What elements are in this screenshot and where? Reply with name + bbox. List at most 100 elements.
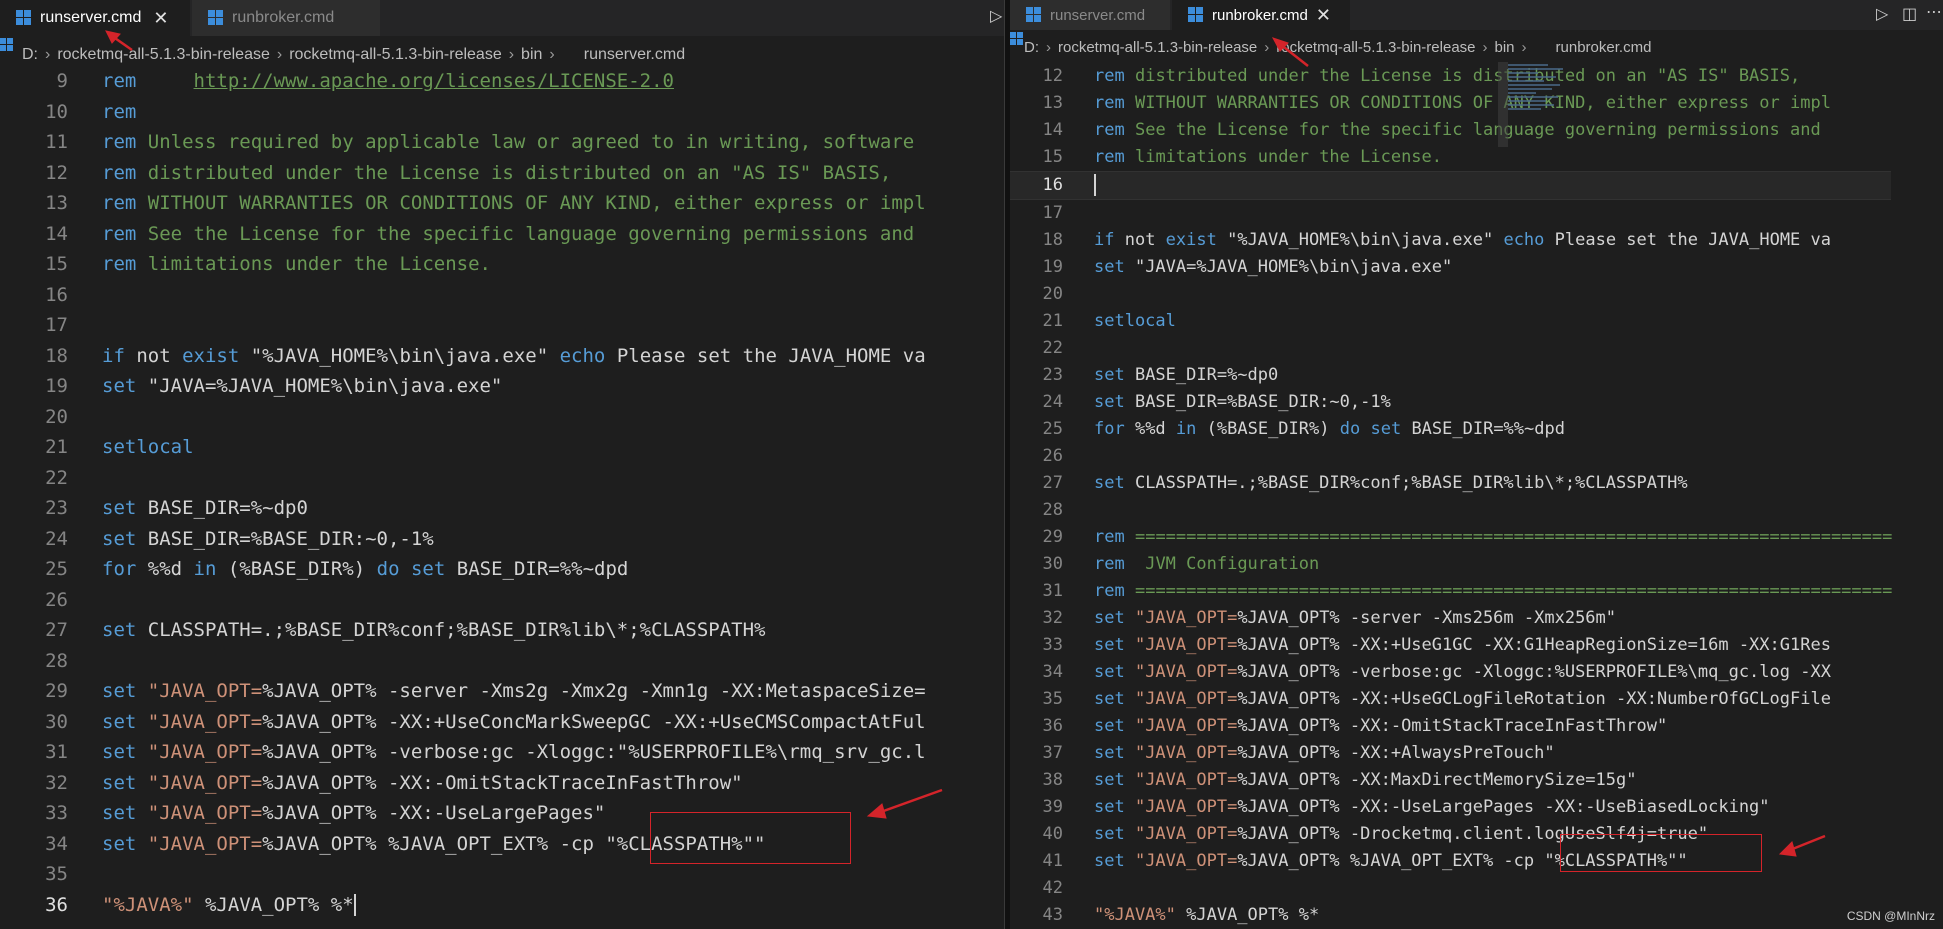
code-line[interactable]: 10 rem <box>0 97 1004 128</box>
code-line[interactable]: 35 set "JAVA_OPT=%JAVA_OPT% -XX:+UseGCLog… <box>1010 686 1891 713</box>
code-line[interactable]: 33 set "JAVA_OPT=%JAVA_OPT% -XX:-UseLarge… <box>0 798 1004 829</box>
code-line[interactable]: 33 set "JAVA_OPT=%JAVA_OPT% -XX:+UseG1GC … <box>1010 632 1891 659</box>
line-number: 13 <box>1042 93 1063 113</box>
code-text: for %%d in (%BASE_DIR%) do set BASE_DIR=… <box>102 558 629 580</box>
code-editor[interactable]: 9 rem http://www.apache.org/licenses/LICE… <box>0 66 1004 920</box>
line-number: 42 <box>1042 878 1063 898</box>
code-line[interactable]: 12 rem distributed under the License is d… <box>1010 63 1891 90</box>
code-line[interactable]: 28 <box>0 646 1004 677</box>
code-line[interactable]: 25 for %%d in (%BASE_DIR%) do set BASE_DI… <box>0 554 1004 585</box>
line-number: 31 <box>45 741 68 763</box>
code-line[interactable]: 32 set "JAVA_OPT=%JAVA_OPT% -server -Xms2… <box>1010 605 1891 632</box>
code-line[interactable]: 42 <box>1010 875 1891 902</box>
code-line[interactable]: 23 set BASE_DIR=%~dp0 <box>1010 362 1891 389</box>
code-text: set BASE_DIR=%BASE_DIR:~0,-1% <box>102 527 434 550</box>
code-line[interactable]: 17 <box>1010 200 1891 227</box>
code-line[interactable]: 34 set "JAVA_OPT=%JAVA_OPT% -verbose:gc -… <box>1010 659 1891 686</box>
code-line[interactable]: 18 if not exist "%JAVA_HOME%\bin\java.exe… <box>1010 227 1891 254</box>
code-line[interactable]: 16 <box>1010 171 1891 200</box>
tab-runbroker[interactable]: runbroker.cmd <box>192 0 380 36</box>
code-text: set "JAVA_OPT=%JAVA_OPT% -server -Xms2g … <box>102 680 926 702</box>
breadcrumb-item-folder[interactable]: rocketmq-all-5.1.3-bin-release <box>1058 39 1257 56</box>
code-line[interactable]: 9 rem http://www.apache.org/licenses/LICE… <box>0 66 1004 97</box>
run-icon[interactable]: ▷ <box>990 6 1002 25</box>
more-actions-icon[interactable]: ⋯ <box>1926 2 1942 21</box>
code-line[interactable]: 26 <box>1010 443 1891 470</box>
breadcrumb-item-drive[interactable]: D: <box>22 46 38 64</box>
code-line[interactable]: 16 <box>0 280 1004 311</box>
code-line[interactable]: 12 rem distributed under the License is d… <box>0 158 1004 189</box>
code-text: rem See the License for the specific lan… <box>102 222 915 245</box>
code-line[interactable]: 21 setlocal <box>0 432 1004 463</box>
line-number: 39 <box>1042 797 1063 817</box>
minimap[interactable] <box>1508 62 1568 132</box>
code-text: rem JVM Configuration <box>1094 554 1320 574</box>
code-line[interactable]: 26 <box>0 585 1004 616</box>
run-icon[interactable]: ▷ <box>1876 4 1888 23</box>
code-line[interactable]: 22 <box>1010 335 1891 362</box>
code-line[interactable]: 13 rem WITHOUT WARRANTIES OR CONDITIONS O… <box>1010 90 1891 117</box>
code-line[interactable]: 20 <box>1010 281 1891 308</box>
breadcrumb-item-folder[interactable]: rocketmq-all-5.1.3-bin-release <box>1276 39 1475 56</box>
code-line[interactable]: 38 set "JAVA_OPT=%JAVA_OPT% -XX:MaxDirect… <box>1010 767 1891 794</box>
line-number: 35 <box>1042 689 1063 709</box>
code-line[interactable]: 23 set BASE_DIR=%~dp0 <box>0 493 1004 524</box>
line-number: 29 <box>1042 527 1063 547</box>
code-line[interactable]: 34 set "JAVA_OPT=%JAVA_OPT% %JAVA_OPT_EXT… <box>0 829 1004 860</box>
code-line[interactable]: 15 rem limitations under the License. <box>1010 144 1891 171</box>
breadcrumb-item-folder[interactable]: bin <box>521 46 542 64</box>
line-number: 34 <box>45 832 68 855</box>
code-line[interactable]: 31 rem ==================================… <box>1010 578 1893 605</box>
split-editor-icon[interactable]: ◫ <box>1902 4 1917 23</box>
close-icon[interactable]: ✕ <box>153 8 168 29</box>
code-line[interactable]: 13 rem WITHOUT WARRANTIES OR CONDITIONS O… <box>0 188 1004 219</box>
code-line[interactable]: 39 set "JAVA_OPT=%JAVA_OPT% -XX:-UseLarge… <box>1010 794 1891 821</box>
code-line[interactable]: 15 rem limitations under the License. <box>0 249 1004 280</box>
breadcrumb-item-drive[interactable]: D: <box>1024 39 1039 56</box>
code-line[interactable]: 20 <box>0 402 1004 433</box>
breadcrumb-item-folder[interactable]: rocketmq-all-5.1.3-bin-release <box>289 46 502 64</box>
code-line[interactable]: 28 <box>1010 497 1891 524</box>
tab-runserver[interactable]: runserver.cmd <box>1010 0 1170 30</box>
code-line[interactable]: 14 rem See the License for the specific l… <box>1010 117 1891 144</box>
code-line[interactable]: 32 set "JAVA_OPT=%JAVA_OPT% -XX:-OmitStac… <box>0 768 1004 799</box>
code-line[interactable]: 22 <box>0 463 1004 494</box>
code-line[interactable]: 24 set BASE_DIR=%BASE_DIR:~0,-1% <box>0 524 1004 555</box>
code-line[interactable]: 11 rem Unless required by applicable law … <box>0 127 1004 158</box>
code-line[interactable]: 36 set "JAVA_OPT=%JAVA_OPT% -XX:-OmitStac… <box>1010 713 1891 740</box>
code-line[interactable]: 36 "%JAVA%" %JAVA_OPT% %* <box>0 890 1004 921</box>
code-line[interactable]: 24 set BASE_DIR=%BASE_DIR:~0,-1% <box>1010 389 1891 416</box>
code-line[interactable]: 21 setlocal <box>1010 308 1891 335</box>
code-text: set "JAVA_OPT=%JAVA_OPT% -XX:MaxDirectMe… <box>1094 770 1637 790</box>
close-icon[interactable]: ✕ <box>1316 5 1331 26</box>
code-text: set CLASSPATH=.;%BASE_DIR%conf;%BASE_DIR… <box>1094 473 1688 493</box>
code-line[interactable]: 19 set "JAVA=%JAVA_HOME%\bin\java.exe" <box>0 371 1004 402</box>
code-editor[interactable]: 12 rem distributed under the License is d… <box>1010 63 1893 929</box>
code-line[interactable]: 25 for %%d in (%BASE_DIR%) do set BASE_DI… <box>1010 416 1891 443</box>
code-line[interactable]: 30 set "JAVA_OPT=%JAVA_OPT% -XX:+UseConcM… <box>0 707 1004 738</box>
code-line[interactable]: 31 set "JAVA_OPT=%JAVA_OPT% -verbose:gc -… <box>0 737 1004 768</box>
code-line[interactable]: 27 set CLASSPATH=.;%BASE_DIR%conf;%BASE_D… <box>1010 470 1891 497</box>
tab-runserver[interactable]: runserver.cmd ✕ <box>0 0 190 36</box>
breadcrumb-item-folder[interactable]: rocketmq-all-5.1.3-bin-release <box>57 46 270 64</box>
code-line[interactable]: 29 rem ==================================… <box>1010 524 1893 551</box>
breadcrumb-item-folder[interactable]: bin <box>1495 39 1515 56</box>
code-line[interactable]: 27 set CLASSPATH=.;%BASE_DIR%conf;%BASE_D… <box>0 615 1004 646</box>
code-line[interactable]: 35 <box>0 859 1004 890</box>
code-line[interactable]: 29 set "JAVA_OPT=%JAVA_OPT% -server -Xms2… <box>0 676 1004 707</box>
code-line[interactable]: 30 rem JVM Configuration <box>1010 551 1891 578</box>
tab-runbroker[interactable]: runbroker.cmd ✕ <box>1172 0 1350 30</box>
code-line[interactable]: 18 if not exist "%JAVA_HOME%\bin\java.exe… <box>0 341 1004 372</box>
line-number: 38 <box>1042 770 1063 790</box>
code-line[interactable]: 37 set "JAVA_OPT=%JAVA_OPT% -XX:+AlwaysPr… <box>1010 740 1891 767</box>
watermark: CSDN @MInNrz <box>1846 909 1935 923</box>
breadcrumb-item-file[interactable]: runbroker.cmd <box>1556 39 1652 56</box>
code-line[interactable]: 19 set "JAVA=%JAVA_HOME%\bin\java.exe" <box>1010 254 1891 281</box>
code-line[interactable]: 14 rem See the License for the specific l… <box>0 219 1004 250</box>
code-line[interactable]: 17 <box>0 310 1004 341</box>
breadcrumb-item-file[interactable]: runserver.cmd <box>584 46 685 64</box>
vertical-scrollbar[interactable] <box>1498 62 1508 147</box>
code-line[interactable]: 43 "%JAVA%" %JAVA_OPT% %* <box>1010 902 1891 929</box>
line-number: 10 <box>45 100 68 123</box>
code-text: set "JAVA_OPT=%JAVA_OPT% -XX:-UseLargePa… <box>102 802 606 824</box>
